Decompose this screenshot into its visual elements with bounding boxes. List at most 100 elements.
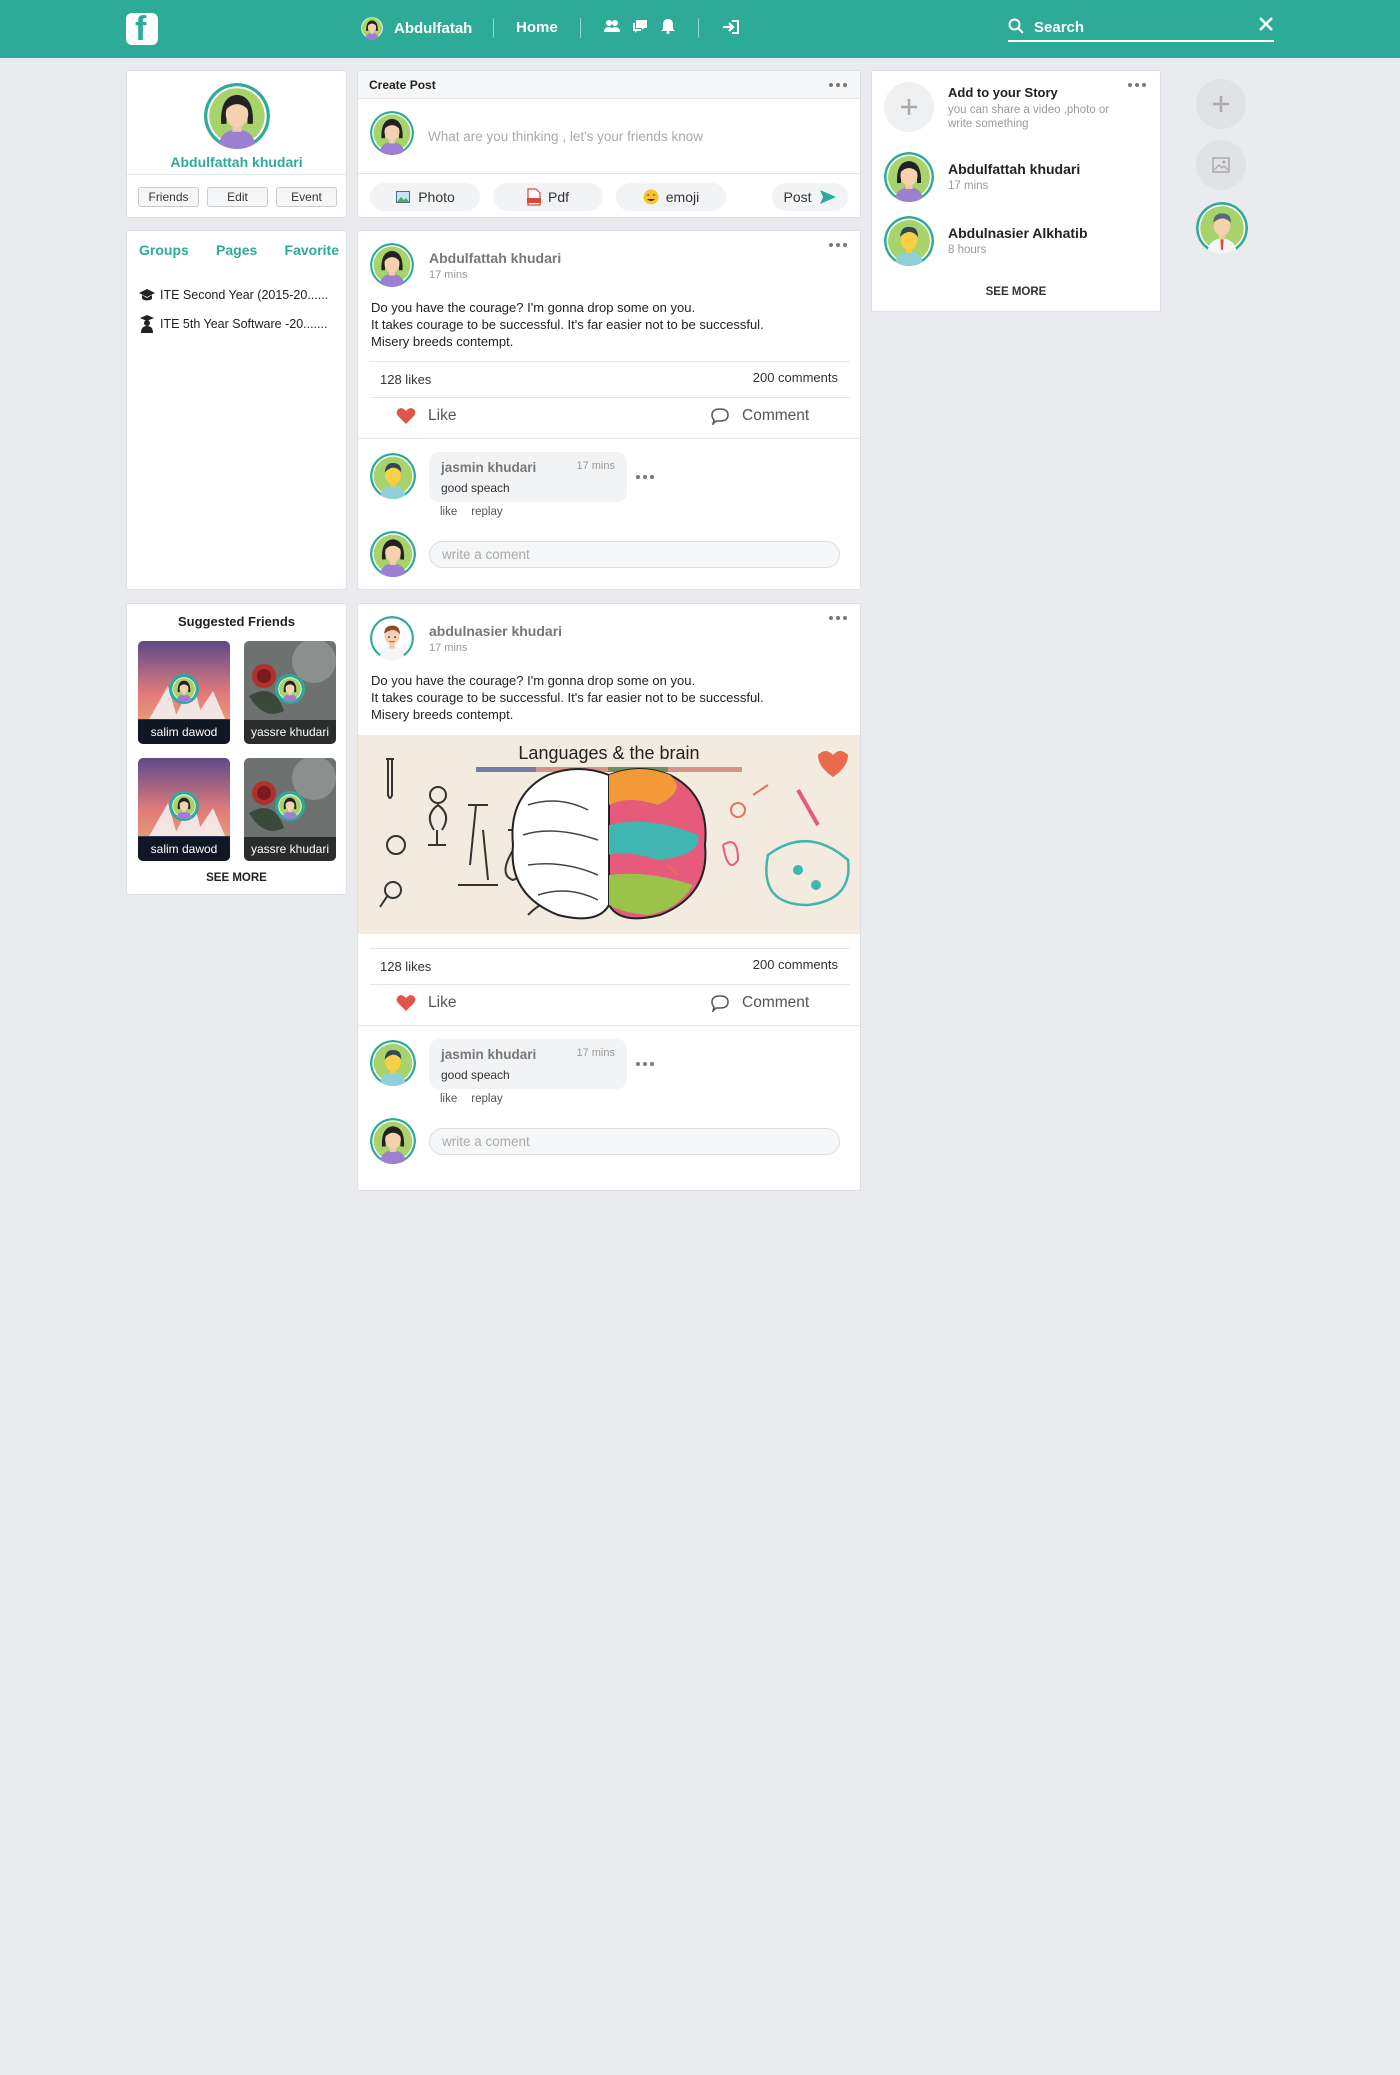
- more-dots-icon[interactable]: [829, 616, 847, 620]
- more-dots-icon[interactable]: [636, 1062, 654, 1066]
- search-icon[interactable]: [1008, 18, 1024, 34]
- group-item[interactable]: ITE 5th Year Software -20.......: [139, 309, 339, 338]
- post-button[interactable]: Post: [772, 183, 848, 211]
- user-avatar: [370, 1118, 416, 1164]
- comment-button[interactable]: Comment: [710, 994, 809, 1012]
- post-image[interactable]: Languages & the brain: [358, 735, 860, 934]
- post-time: 17 mins: [429, 642, 468, 654]
- more-dots-icon[interactable]: [829, 243, 847, 247]
- see-more-link[interactable]: SEE MORE: [872, 286, 1160, 298]
- bell-icon[interactable]: [660, 18, 676, 34]
- post-text: Do you have the courage? I'm gonna drop …: [371, 299, 841, 350]
- comment-bubble: jasmin khudari 17 mins good speach: [429, 452, 627, 502]
- nav-home-link[interactable]: Home: [516, 19, 558, 36]
- author-avatar[interactable]: [370, 243, 414, 287]
- pdf-button[interactable]: Pdf: [493, 183, 603, 211]
- top-navbar: f Abdulfatah Home: [0, 0, 1400, 58]
- profile-card: Abdulfattah khudari Friends Edit Event: [126, 70, 347, 218]
- plus-icon: [1213, 96, 1229, 112]
- profile-avatar[interactable]: [204, 83, 270, 149]
- friend-tile[interactable]: yassre khudari: [244, 758, 336, 861]
- contact-avatar[interactable]: [1196, 202, 1248, 254]
- close-icon[interactable]: [1258, 16, 1274, 32]
- comment-input[interactable]: [429, 541, 840, 568]
- friend-tile[interactable]: salim dawod: [138, 641, 230, 744]
- friend-tile[interactable]: yassre khudari: [244, 641, 336, 744]
- logout-icon[interactable]: [722, 19, 740, 35]
- add-story-button[interactable]: [884, 82, 934, 132]
- friends-button[interactable]: Friends: [138, 187, 199, 207]
- comment-label: Comment: [742, 407, 810, 424]
- flags-row: [476, 767, 742, 772]
- comments-count[interactable]: 200 comments: [753, 370, 838, 385]
- friend-avatar: [169, 674, 199, 704]
- group-item[interactable]: ITE Second Year (2015-20......: [139, 280, 339, 309]
- tab-favorite[interactable]: Favorite: [285, 242, 339, 258]
- comment-actions: like replay: [440, 1093, 503, 1105]
- user-avatar: [370, 531, 416, 577]
- author-avatar[interactable]: [370, 616, 414, 660]
- event-button[interactable]: Event: [276, 187, 337, 207]
- friend-name: salim dawod: [138, 720, 230, 744]
- search-input[interactable]: [1034, 16, 1234, 38]
- friends-icon[interactable]: [604, 18, 620, 34]
- profile-name[interactable]: Abdulfattah khudari: [127, 154, 346, 170]
- more-dots-icon[interactable]: [1128, 83, 1146, 87]
- likes-count[interactable]: 128 likes: [380, 959, 431, 974]
- post-composer-input[interactable]: What are you thinking , let's your frien…: [428, 129, 703, 144]
- friend-name: yassre khudari: [244, 720, 336, 744]
- commenter-avatar[interactable]: [370, 1040, 416, 1086]
- tab-groups[interactable]: Groups: [139, 242, 189, 258]
- post-author[interactable]: abdulnasier khudari: [429, 623, 562, 639]
- friend-name: yassre khudari: [244, 837, 336, 861]
- add-story-subtitle: you can share a video ,photo or write so…: [948, 104, 1110, 130]
- comment-time: 17 mins: [576, 460, 615, 472]
- post-text-line: It takes courage to be successful. It's …: [371, 317, 764, 332]
- comment-input[interactable]: [429, 1128, 840, 1155]
- emoji-button[interactable]: emoji: [616, 183, 726, 211]
- more-dots-icon[interactable]: [829, 83, 847, 87]
- create-post-card: Create Post What are you thinking , let'…: [357, 70, 861, 218]
- comment-text: good speach: [441, 481, 510, 495]
- divider: [370, 948, 850, 949]
- likes-count[interactable]: 128 likes: [380, 372, 431, 387]
- comment-button[interactable]: Comment: [710, 407, 809, 425]
- messages-icon[interactable]: [632, 18, 648, 34]
- user-avatar: [370, 111, 414, 155]
- nav-divider: [698, 18, 699, 38]
- add-image-button[interactable]: [1196, 140, 1246, 190]
- nav-divider: [580, 18, 581, 38]
- comment-reply-link[interactable]: replay: [471, 1093, 502, 1105]
- more-dots-icon[interactable]: [636, 475, 654, 479]
- edit-button[interactable]: Edit: [207, 187, 268, 207]
- post-button-label: Post: [783, 189, 812, 205]
- comments-count[interactable]: 200 comments: [753, 957, 838, 972]
- comment-icon: [711, 995, 729, 1012]
- comment-like-link[interactable]: like: [440, 506, 457, 518]
- like-button[interactable]: Like: [396, 407, 456, 425]
- add-story-title[interactable]: Add to your Story: [948, 85, 1058, 100]
- pdf-icon: [526, 188, 541, 206]
- commenter-name[interactable]: jasmin khudari: [441, 1047, 536, 1062]
- photo-button[interactable]: Photo: [370, 183, 480, 211]
- post-text-line: Misery breeds contempt.: [371, 707, 514, 722]
- create-post-header: Create Post: [358, 71, 860, 99]
- post-image-title: Languages & the brain: [518, 743, 699, 763]
- comment-like-link[interactable]: like: [440, 1093, 457, 1105]
- like-button[interactable]: Like: [396, 994, 456, 1012]
- facebook-logo-icon[interactable]: f: [126, 10, 158, 48]
- friend-avatar: [275, 791, 305, 821]
- comment-reply-link[interactable]: replay: [471, 506, 502, 518]
- see-more-link[interactable]: SEE MORE: [127, 872, 346, 884]
- story-name: Abdulfattah khudari: [948, 161, 1081, 177]
- emoji-button-label: emoji: [665, 189, 700, 205]
- photo-icon: [396, 191, 411, 203]
- commenter-avatar[interactable]: [370, 453, 416, 499]
- add-button[interactable]: [1196, 79, 1246, 129]
- commenter-name[interactable]: jasmin khudari: [441, 460, 536, 475]
- nav-divider: [493, 18, 494, 38]
- nav-profile-link[interactable]: Abdulfatah: [360, 16, 472, 40]
- tab-pages[interactable]: Pages: [216, 242, 257, 258]
- friend-tile[interactable]: salim dawod: [138, 758, 230, 861]
- post-author[interactable]: Abdulfattah khudari: [429, 250, 561, 266]
